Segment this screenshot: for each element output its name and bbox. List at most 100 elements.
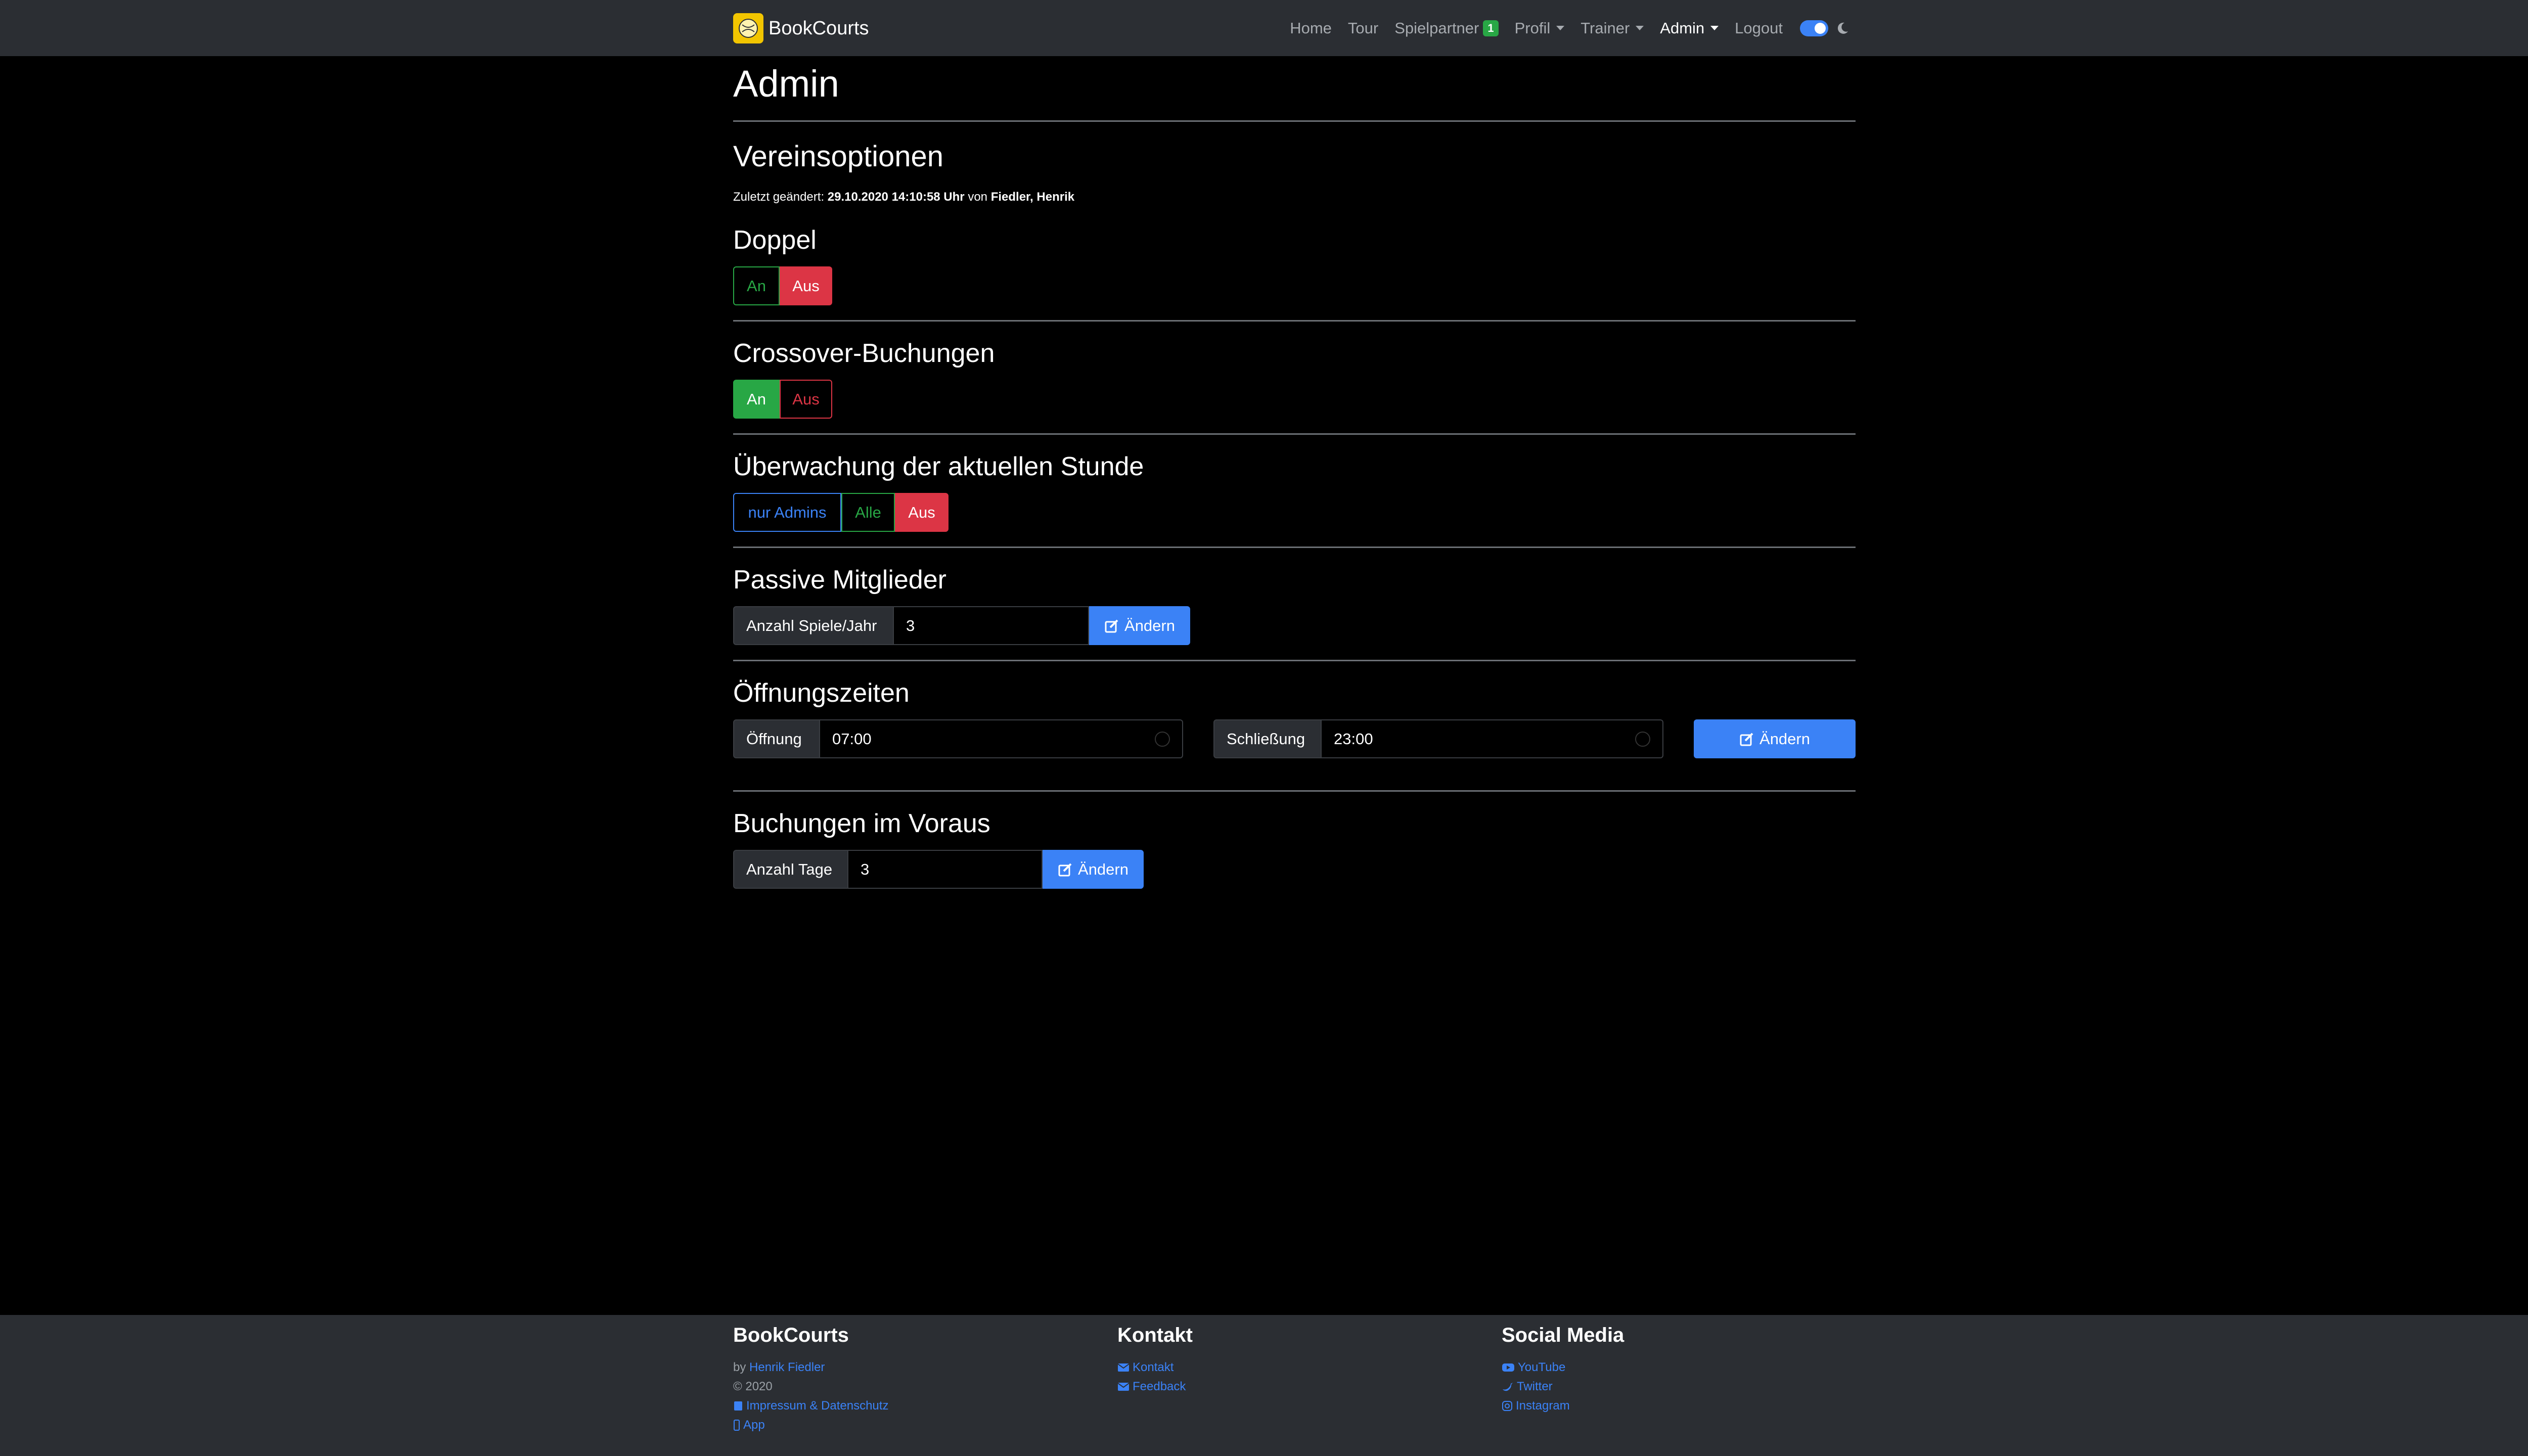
opening-hours-title: Öffnungszeiten <box>733 678 910 708</box>
closing-time-input-group: Schließung 23:00 <box>1213 719 1663 758</box>
brand-name: BookCourts <box>769 17 869 39</box>
app-link[interactable]: App <box>733 1416 888 1435</box>
days-label: Anzahl Tage <box>733 850 848 889</box>
footer-social-title: Social Media <box>1502 1324 1624 1346</box>
crossover-off-button[interactable]: Aus <box>780 380 832 419</box>
feedback-label: Feedback <box>1133 1380 1186 1393</box>
advance-bookings-title: Buchungen im Voraus <box>733 809 990 838</box>
passive-save-button[interactable]: Ändern <box>1089 606 1190 645</box>
impressum-link[interactable]: Impressum & Datenschutz <box>733 1396 888 1416</box>
nav-spielpartner[interactable]: Spielpartner 1 <box>1394 19 1499 37</box>
opening-label: Öffnung <box>733 719 820 758</box>
twitter-label: Twitter <box>1517 1380 1553 1393</box>
hours-save-button[interactable]: Ändern <box>1694 719 1856 758</box>
footer-author-line: by Henrik Fiedler <box>733 1358 888 1377</box>
crossover-on-button[interactable]: An <box>733 380 780 419</box>
nav-home[interactable]: Home <box>1290 19 1332 37</box>
author-link[interactable]: Henrik Fiedler <box>749 1360 825 1374</box>
kontakt-link[interactable]: Kontakt <box>1117 1358 1193 1377</box>
nav-tour[interactable]: Tour <box>1348 19 1378 37</box>
twitter-icon <box>1502 1382 1514 1392</box>
brand-link[interactable]: BookCourts <box>733 13 869 44</box>
twitter-link[interactable]: Twitter <box>1502 1377 1624 1396</box>
divider <box>733 547 1856 548</box>
monitoring-admins-button[interactable]: nur Admins <box>733 493 841 532</box>
dark-mode-toggle[interactable] <box>1800 20 1828 36</box>
opening-time-input[interactable]: 07:00 <box>820 719 1183 758</box>
page-title: Admin <box>733 63 839 105</box>
nav-trainer-label: Trainer <box>1581 19 1630 37</box>
mobile-phone-icon <box>733 1420 740 1431</box>
footer: BookCourts by Henrik Fiedler © 2020 Impr… <box>0 1315 2528 1456</box>
last-changed-label: Zuletzt geändert: <box>733 190 825 204</box>
days-input[interactable]: 3 <box>848 850 1043 889</box>
instagram-icon <box>1502 1400 1513 1412</box>
crossover-toggle-group: An Aus <box>733 380 832 419</box>
advance-save-label: Ändern <box>1078 860 1128 878</box>
nav-profil-label: Profil <box>1514 19 1551 37</box>
clock-icon <box>1155 731 1170 747</box>
opening-time-input-group: Öffnung 07:00 <box>733 719 1183 758</box>
envelope-icon <box>1117 1382 1130 1391</box>
instagram-label: Instagram <box>1516 1399 1570 1413</box>
section-title: Vereinsoptionen <box>733 140 943 173</box>
app-label: App <box>743 1418 765 1432</box>
moon-icon <box>1835 21 1850 36</box>
last-changed-info: Zuletzt geändert: 29.10.2020 14:10:58 Uh… <box>733 190 1074 204</box>
nav-admin-dropdown[interactable]: Admin <box>1660 19 1719 37</box>
envelope-icon <box>1117 1363 1130 1372</box>
monitoring-off-button[interactable]: Aus <box>895 493 949 532</box>
caret-down-icon <box>1710 26 1719 30</box>
crossover-title: Crossover-Buchungen <box>733 339 995 368</box>
footer-col-social: Social Media YouTube Twitter Instagram <box>1502 1324 1624 1416</box>
tennis-ball-logo-icon <box>733 13 763 43</box>
footer-col-brand: BookCourts by Henrik Fiedler © 2020 Impr… <box>733 1324 888 1435</box>
edit-icon <box>1739 732 1754 747</box>
feedback-link[interactable]: Feedback <box>1117 1377 1193 1396</box>
nav-logout[interactable]: Logout <box>1735 19 1783 37</box>
youtube-icon <box>1502 1362 1515 1373</box>
nav-admin-label: Admin <box>1660 19 1705 37</box>
impressum-label: Impressum & Datenschutz <box>746 1399 889 1413</box>
book-icon <box>733 1400 743 1412</box>
youtube-link[interactable]: YouTube <box>1502 1358 1624 1377</box>
doppel-toggle-group: An Aus <box>733 266 832 305</box>
hours-save-label: Ändern <box>1759 730 1810 748</box>
caret-down-icon <box>1636 26 1644 30</box>
monitoring-all-button[interactable]: Alle <box>841 493 895 532</box>
closing-time-input[interactable]: 23:00 <box>1322 719 1663 758</box>
doppel-off-button[interactable]: Aus <box>780 266 832 305</box>
last-changed-value: 29.10.2020 14:10:58 Uhr <box>827 190 965 204</box>
closing-label: Schließung <box>1213 719 1322 758</box>
by-label: von <box>968 190 988 204</box>
edit-icon <box>1104 618 1119 633</box>
clock-icon <box>1635 731 1650 747</box>
nav-trainer-dropdown[interactable]: Trainer <box>1581 19 1644 37</box>
kontakt-label: Kontakt <box>1133 1360 1174 1374</box>
divider <box>733 120 1856 122</box>
navbar: BookCourts Home Tour Spielpartner 1 Prof… <box>0 0 2528 56</box>
edit-icon <box>1058 862 1073 877</box>
notification-badge: 1 <box>1483 20 1499 36</box>
main-nav: Home Tour Spielpartner 1 Profil Trainer … <box>1274 0 1850 56</box>
games-per-year-input[interactable]: 3 <box>894 606 1089 645</box>
nav-spielpartner-label: Spielpartner <box>1394 19 1479 37</box>
divider <box>733 790 1856 792</box>
advance-save-button[interactable]: Ändern <box>1043 850 1144 889</box>
opening-time-value: 07:00 <box>832 730 872 748</box>
games-per-year-label: Anzahl Spiele/Jahr <box>733 606 894 645</box>
passive-save-label: Ändern <box>1124 616 1175 634</box>
passive-members-title: Passive Mitglieder <box>733 565 946 595</box>
closing-time-value: 23:00 <box>1334 730 1373 748</box>
monitoring-title: Überwachung der aktuellen Stunde <box>733 452 1144 481</box>
doppel-on-button[interactable]: An <box>733 266 780 305</box>
instagram-link[interactable]: Instagram <box>1502 1396 1624 1416</box>
passive-games-input-group: Anzahl Spiele/Jahr 3 Ändern <box>733 606 1190 645</box>
doppel-title: Doppel <box>733 225 817 255</box>
nav-profil-dropdown[interactable]: Profil <box>1515 19 1565 37</box>
youtube-label: YouTube <box>1518 1360 1566 1374</box>
caret-down-icon <box>1556 26 1565 30</box>
copyright: © 2020 <box>733 1380 773 1393</box>
footer-contact-title: Kontakt <box>1117 1324 1193 1346</box>
footer-brand-title: BookCourts <box>733 1324 849 1346</box>
